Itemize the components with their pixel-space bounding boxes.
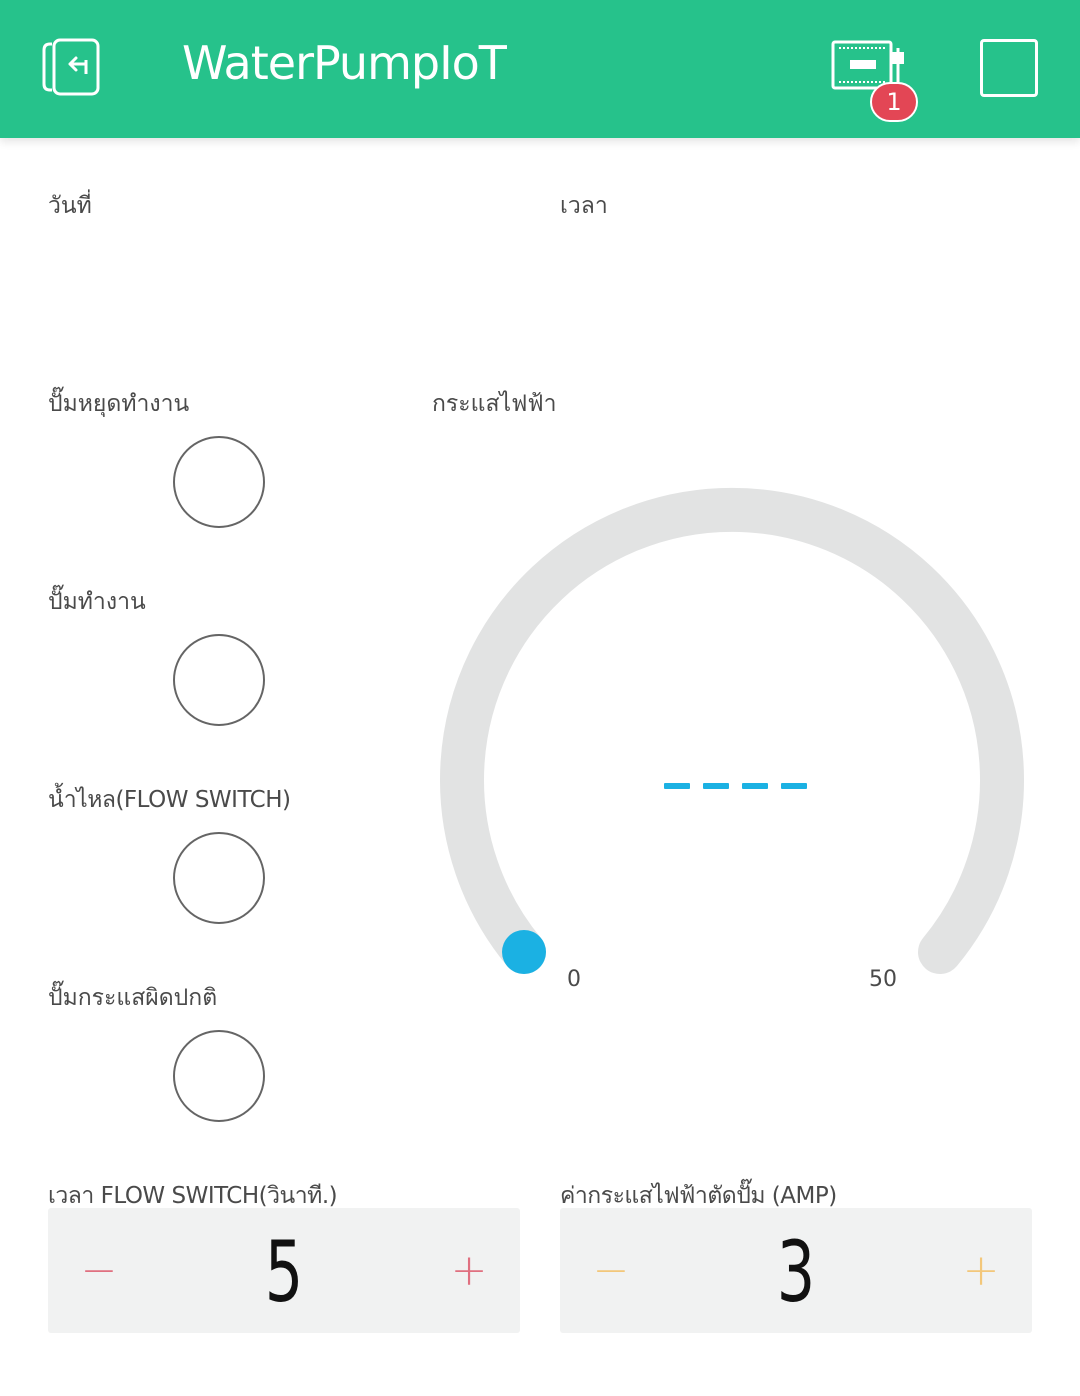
water-flow-led xyxy=(173,832,265,924)
flow-time-plus-button[interactable]: + xyxy=(444,1246,494,1296)
cutoff-plus-button[interactable]: + xyxy=(956,1246,1006,1296)
menu-button[interactable] xyxy=(980,39,1038,97)
pump-run-label: ปั๊มทำงาน xyxy=(48,589,146,615)
app-bar: WaterPumpIoT 1 xyxy=(0,0,1080,138)
cutoff-minus-button[interactable]: − xyxy=(586,1246,636,1296)
cutoff-value: 3 xyxy=(776,1223,816,1321)
flow-time-stepper: − 5 + xyxy=(48,1208,520,1333)
flow-time-value: 5 xyxy=(264,1223,304,1321)
gauge-track xyxy=(440,487,1024,974)
pump-overcurrent-led xyxy=(173,1030,265,1122)
back-button[interactable] xyxy=(40,38,104,96)
exit-icon xyxy=(42,38,100,96)
notification-badge: 1 xyxy=(870,82,918,122)
gauge-max-label: 50 xyxy=(869,967,897,992)
flow-time-minus-button[interactable]: − xyxy=(74,1246,124,1296)
water-flow-label: น้ำไหล(FLOW SWITCH) xyxy=(48,787,291,813)
pump-overcurrent-label: ปั๊มกระแสผิดปกติ xyxy=(48,985,218,1011)
date-label: วันที่ xyxy=(48,193,92,219)
pump-stop-led xyxy=(173,436,265,528)
time-label: เวลา xyxy=(560,193,608,219)
gauge-min-label: 0 xyxy=(567,967,581,992)
current-gauge-label: กระแสไฟฟ้า xyxy=(432,391,557,417)
current-gauge: 0 50 xyxy=(440,487,1024,992)
gauge-value-dot xyxy=(502,930,546,974)
cutoff-current-stepper: − 3 + xyxy=(560,1208,1032,1333)
gauge-value-dashes xyxy=(664,783,807,789)
pump-stop-label: ปั๊มหยุดทำงาน xyxy=(48,391,190,417)
app-title: WaterPumpIoT xyxy=(182,36,507,90)
pump-run-led xyxy=(173,634,265,726)
